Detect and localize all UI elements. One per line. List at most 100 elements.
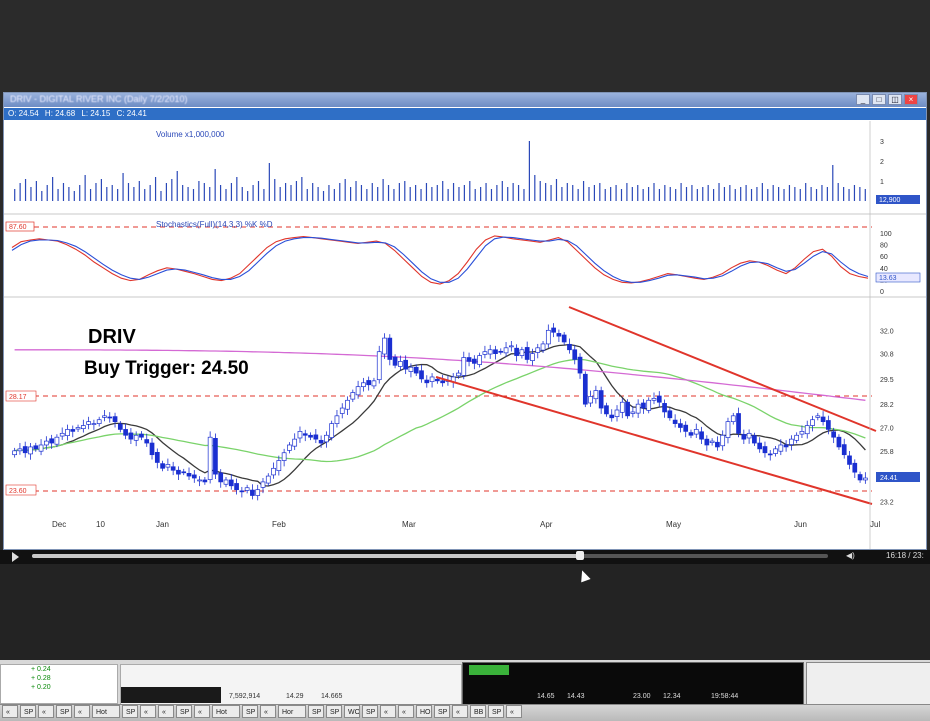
taskbar-button[interactable]: SP (362, 705, 378, 718)
taskbar-button[interactable]: Hor (278, 705, 306, 718)
candle-down (403, 359, 409, 370)
candle-down (228, 479, 234, 487)
candle-down (667, 410, 673, 419)
taskbar-button[interactable]: HO (416, 705, 432, 718)
candle-down (577, 356, 583, 374)
candle-up (794, 434, 800, 441)
stoch-title: Stochastics(Full)(14,3,3) %K %D (156, 220, 273, 229)
volume-icon[interactable]: ◀) (846, 551, 855, 560)
candle-down (572, 349, 578, 360)
candle-up (207, 436, 213, 480)
candle-up (334, 415, 340, 424)
close-button[interactable]: × (904, 94, 918, 105)
taskbar-button[interactable]: « (74, 705, 90, 718)
candle-up (725, 421, 731, 438)
taskbar-button[interactable]: « (260, 705, 276, 718)
candle-up (456, 372, 461, 377)
candle-up (482, 351, 488, 355)
playback-time: 16:18 / 23: (886, 551, 924, 560)
candle-up (398, 361, 403, 367)
candle-down (49, 438, 54, 444)
taskbar-button[interactable]: « (2, 705, 18, 718)
taskbar-button[interactable]: SP (488, 705, 504, 718)
taskbar-button[interactable]: SP (20, 705, 36, 718)
seek-progress (32, 554, 580, 558)
candle-up (487, 349, 493, 355)
candle-up (43, 440, 49, 446)
taskbar-button[interactable]: « (140, 705, 156, 718)
taskbar-button[interactable]: « (194, 705, 210, 718)
taskbar-button[interactable]: Hot (212, 705, 240, 718)
window-titlebar[interactable]: DRIV - DIGITAL RIVER INC (Daily 7/2/2010… (4, 93, 926, 107)
support-label: 23.60 (9, 488, 27, 495)
price-tick: 30.8 (880, 352, 894, 359)
candle-up (75, 427, 81, 430)
taskbar-button[interactable]: WO (344, 705, 360, 718)
resistance-label: 28.17 (9, 394, 27, 401)
taskbar-button[interactable]: SP (308, 705, 324, 718)
candle-up (133, 434, 139, 441)
date-tick: May (666, 520, 681, 529)
candle-up (746, 432, 752, 439)
candle-down (847, 455, 852, 465)
candle-down (218, 472, 224, 483)
taskbar-button[interactable]: SP (176, 705, 192, 718)
taskbar-button[interactable]: « (38, 705, 54, 718)
candle-up (350, 392, 356, 400)
level2-bars (469, 665, 509, 675)
minimize-button[interactable]: _ (856, 94, 870, 105)
watch-row: + 0.24 (31, 666, 51, 673)
taskbar-button[interactable]: SP (434, 705, 450, 718)
candle-up (619, 401, 625, 413)
taskbar-button[interactable]: SP (242, 705, 258, 718)
candle-up (260, 481, 266, 488)
candle-down (656, 395, 662, 403)
candle-down (123, 429, 128, 436)
candle-up (297, 431, 303, 439)
play-icon[interactable] (12, 552, 19, 562)
candle-up (255, 489, 261, 496)
candle-up (646, 399, 652, 411)
candle-up (244, 487, 250, 491)
candle-up (614, 409, 620, 417)
restore-button[interactable]: ◫ (888, 94, 902, 105)
taskbar-button[interactable]: « (506, 705, 522, 718)
taskbar-button[interactable]: « (158, 705, 174, 718)
taskbar-button[interactable]: « (452, 705, 468, 718)
candle-down (704, 438, 710, 446)
taskbar-button[interactable]: SP (326, 705, 342, 718)
candle-up (535, 347, 541, 353)
taskbar-button[interactable]: SP (122, 705, 138, 718)
candle-down (551, 327, 556, 333)
taskbar-button[interactable]: « (398, 705, 414, 718)
candle-down (582, 373, 588, 405)
chart-window[interactable]: DRIV - DIGITAL RIVER INC (Daily 7/2/2010… (3, 92, 927, 550)
maximize-button[interactable]: □ (872, 94, 886, 105)
chart-area[interactable]: Volume x1,000,000 3 2 1 12,900 87.60 Stoch… (4, 121, 926, 549)
candle-up (54, 436, 60, 445)
open-value: O: 24.54 (8, 109, 39, 118)
taskbar-button[interactable]: Hot (92, 705, 120, 718)
taskbar-button[interactable]: SP (56, 705, 72, 718)
candle-down (752, 435, 757, 444)
candle-down (413, 366, 419, 374)
candle-up (281, 452, 287, 461)
date-tick: Feb (272, 520, 286, 529)
candle-up (28, 446, 33, 455)
candle-up (815, 415, 821, 418)
buy-trigger-annotation: Buy Trigger: 24.50 (84, 358, 249, 379)
candle-up (408, 366, 414, 372)
candle-up (810, 419, 815, 426)
candle-up (709, 440, 715, 443)
candle-down (567, 343, 572, 351)
taskbar-button[interactable]: BB (470, 705, 486, 718)
taskbar-button[interactable]: « (380, 705, 396, 718)
candle-down (715, 441, 720, 448)
watch-row: + 0.28 (31, 675, 51, 682)
candle-up (863, 477, 868, 481)
price-tick: 25.8 (880, 449, 894, 456)
candle-down (852, 462, 858, 473)
seek-handle[interactable] (576, 551, 584, 560)
candle-down (662, 403, 667, 413)
candle-down (598, 390, 604, 409)
